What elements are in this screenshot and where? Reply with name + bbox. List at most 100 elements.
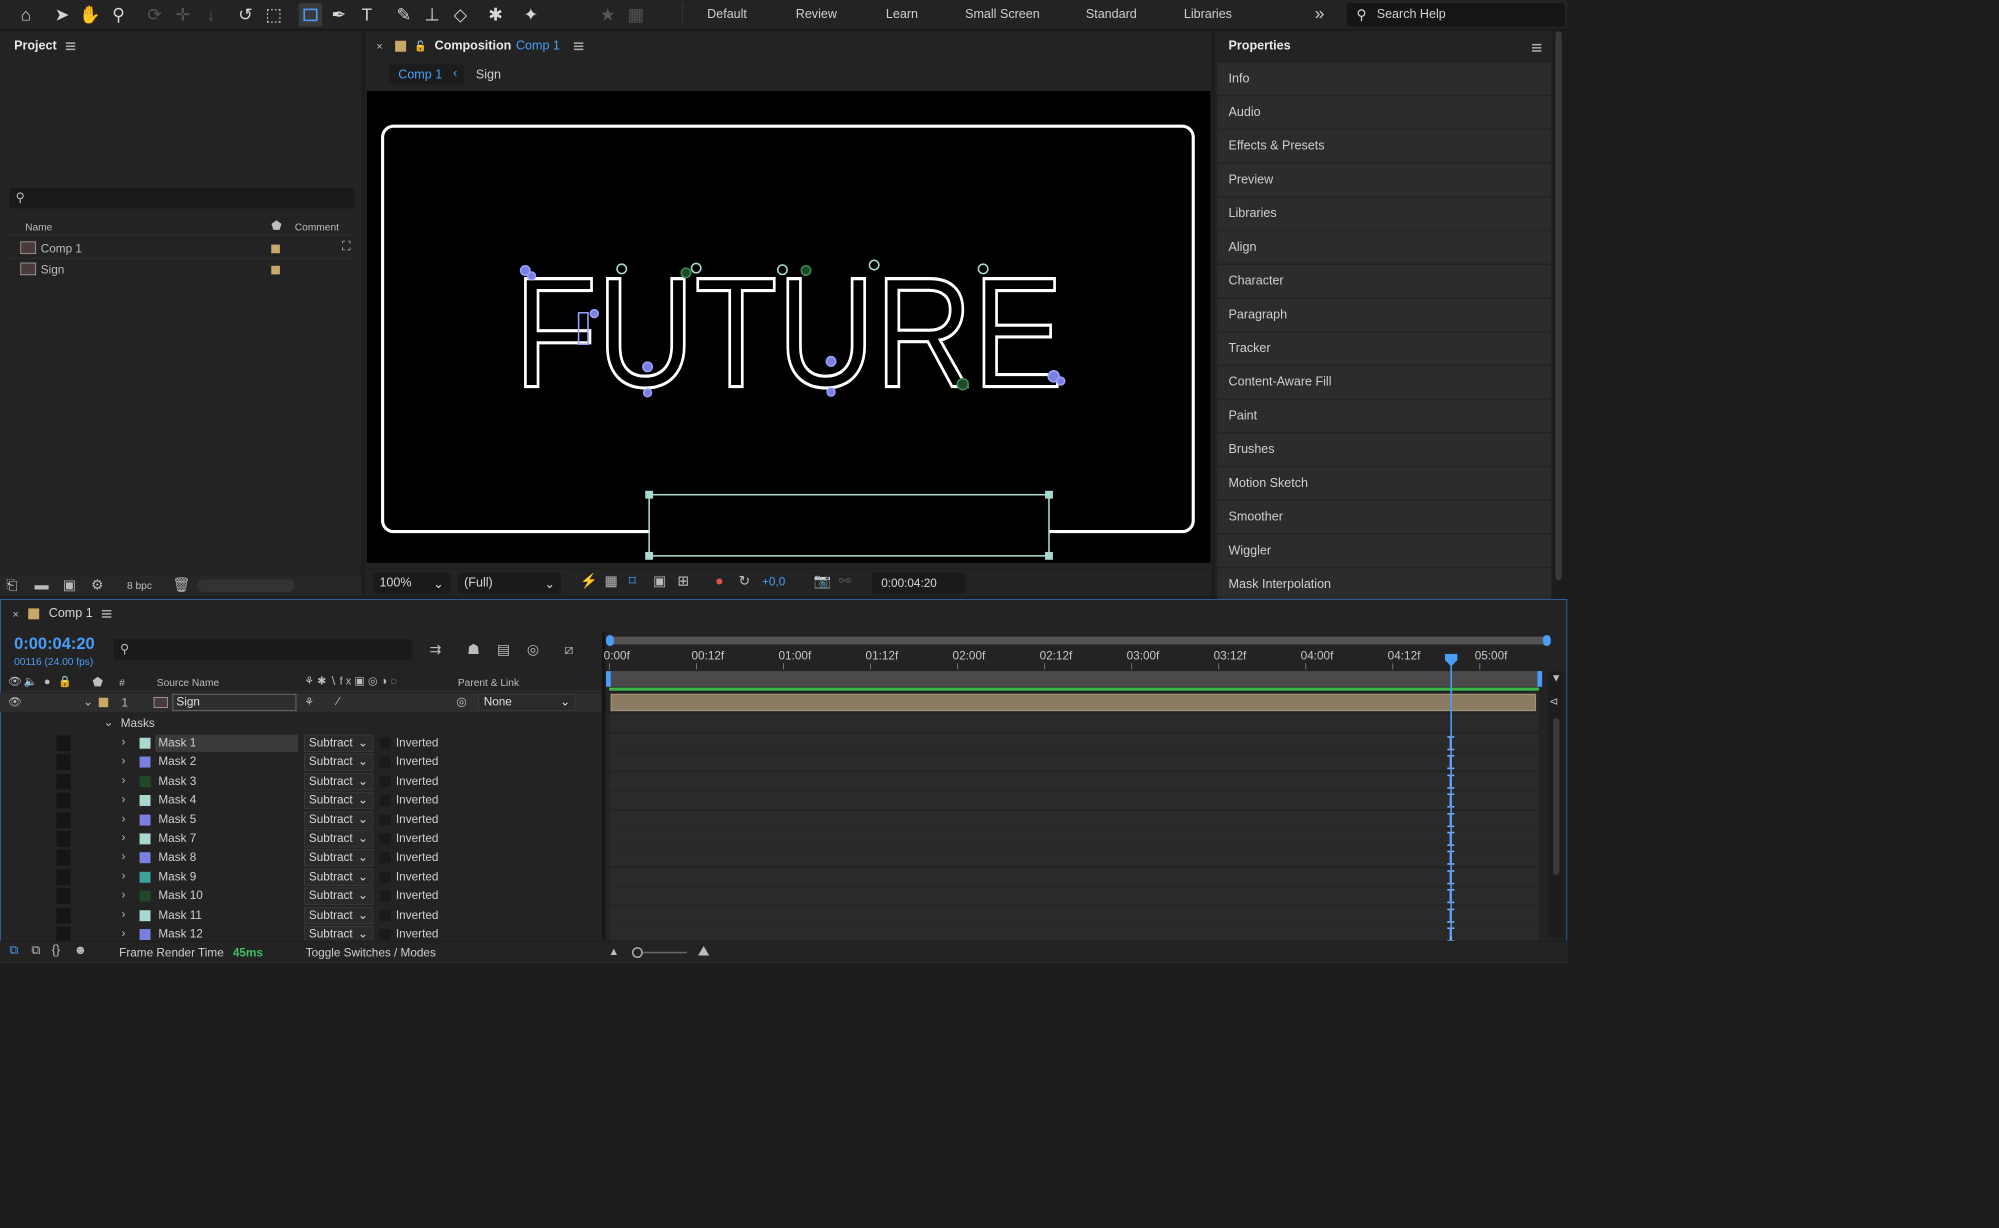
grid-guides-icon[interactable]: ⊞ (677, 573, 689, 589)
chevron-right-icon[interactable]: › (122, 734, 126, 751)
inverted-checkbox[interactable] (379, 929, 391, 941)
work-area-bar[interactable] (606, 671, 1543, 687)
solo-icon[interactable]: ● (44, 675, 51, 688)
project-item-comp1[interactable]: Comp 1 ⛶ (6, 238, 356, 259)
resolution-dropdown[interactable]: (Full) ⌄ (457, 573, 562, 594)
chevron-right-icon[interactable]: › (122, 868, 126, 885)
eye-icon[interactable]: 👁 (8, 675, 22, 688)
workspace-review[interactable]: Review (796, 8, 837, 22)
properties-item[interactable]: Wiggler (1217, 534, 1551, 567)
snapshot-icon[interactable]: 📷 (814, 573, 832, 589)
chevron-right-icon[interactable]: › (122, 925, 126, 942)
properties-item[interactable]: Preview (1217, 163, 1551, 196)
mask-name[interactable]: Mask 8 (155, 849, 298, 866)
eraser-tool-icon[interactable]: ◇ (448, 3, 472, 27)
properties-item[interactable]: Audio (1217, 96, 1551, 129)
inverted-checkbox[interactable] (379, 776, 391, 787)
masks-group-row[interactable]: ⌄ Masks (0, 713, 601, 732)
properties-item[interactable]: Character (1217, 264, 1551, 298)
inverted-checkbox[interactable] (379, 795, 391, 807)
mask-mode-dropdown[interactable]: Subtract ⌄ (304, 734, 374, 752)
brush-tool-icon[interactable]: ✎ (392, 3, 416, 27)
thumbnail-slider[interactable] (197, 579, 295, 592)
layer-name-field[interactable]: Sign (172, 693, 297, 712)
inverted-checkbox[interactable] (379, 737, 391, 749)
mask-color-swatch[interactable] (139, 795, 151, 807)
lock-icon[interactable]: 🔒 (58, 675, 72, 688)
mask-row[interactable]: › Mask 10 Subtract ⌄ Inverted (0, 887, 601, 906)
properties-item[interactable]: Align (1217, 231, 1551, 264)
new-folder-icon[interactable]: ▬ (34, 577, 48, 593)
lock-switch[interactable] (56, 907, 71, 924)
label-swatch[interactable] (271, 265, 280, 275)
chevron-right-icon[interactable]: › (122, 753, 126, 770)
project-item-sign[interactable]: Sign (6, 260, 355, 280)
chevron-right-icon[interactable]: › (122, 810, 126, 827)
parent-link-header[interactable]: Parent & Link (458, 677, 519, 689)
mask-color-swatch[interactable] (139, 852, 151, 864)
chevron-down-icon[interactable]: ⌄ (83, 695, 93, 708)
lock-switch[interactable] (56, 792, 71, 809)
workspace-libraries[interactable]: Libraries (1184, 8, 1232, 22)
current-time-indicator[interactable] (1450, 653, 1452, 937)
close-icon[interactable]: × (376, 40, 382, 53)
breadcrumb-comp1[interactable]: Comp 1 ‹ (388, 64, 465, 85)
workspace-learn[interactable]: Learn (886, 8, 918, 22)
hand-tool-icon[interactable]: ✋ (78, 3, 102, 27)
mask-color-swatch[interactable] (139, 929, 151, 941)
keyframe-nav-icon[interactable]: ⊲ (1549, 695, 1558, 708)
timeline-menu-icon[interactable] (102, 608, 112, 619)
mask-row[interactable]: › Mask 5 Subtract ⌄ Inverted (0, 810, 601, 829)
pick-whip-icon[interactable]: ◎ (456, 695, 466, 708)
mask-row[interactable]: › Mask 7 Subtract ⌄ Inverted (0, 829, 601, 848)
mask-name[interactable]: Mask 10 (155, 888, 298, 905)
chevron-right-icon[interactable]: › (122, 829, 126, 846)
properties-item[interactable]: Smoother (1217, 500, 1551, 534)
mask-mode-dropdown[interactable]: Subtract ⌄ (304, 791, 374, 810)
composition-viewer[interactable]: FUTURE (366, 90, 1211, 563)
mask-mode-dropdown[interactable]: Subtract ⌄ (304, 849, 374, 867)
render-icon[interactable]: ⧉ (9, 944, 18, 958)
mask-name[interactable]: Mask 4 (155, 792, 298, 809)
chevron-right-icon[interactable]: › (122, 906, 126, 923)
mask-row[interactable]: › Mask 3 Subtract ⌄ Inverted (0, 772, 601, 791)
properties-item[interactable]: Content-Aware Fill (1217, 366, 1551, 399)
work-area-end-icon[interactable]: ▼ (1551, 671, 1562, 684)
mask-color-swatch[interactable] (139, 776, 151, 787)
new-composition-icon[interactable]: ▣ (63, 577, 76, 593)
mask-name[interactable]: Mask 2 (155, 754, 298, 771)
properties-item[interactable]: Mask Interpolation (1217, 568, 1551, 601)
eye-icon[interactable]: 👁 (8, 695, 22, 708)
inverted-checkbox[interactable] (379, 852, 391, 864)
roto-brush-icon[interactable]: ✱ (484, 3, 508, 27)
mask-color-swatch[interactable] (139, 909, 151, 921)
lock-switch[interactable] (56, 850, 71, 866)
timeline-search-input[interactable]: ⚲ (113, 638, 412, 660)
lock-switch[interactable] (56, 811, 71, 828)
timeline-current-time[interactable]: 0:00:04:20 (14, 635, 95, 654)
chevron-right-icon[interactable]: › (122, 772, 126, 789)
inverted-checkbox[interactable] (379, 871, 391, 883)
layer-row[interactable]: 👁 ⌄ 1 Sign ⚘ ∕ ◎ None ⌄ (0, 693, 602, 712)
mask-color-swatch[interactable] (139, 814, 151, 826)
magnification-dropdown[interactable]: 100% ⌄ (373, 573, 451, 594)
layer-icon[interactable]: ⧉ (31, 944, 40, 958)
shy-switch-icon[interactable]: ⚘ (304, 695, 314, 708)
dolly-tool-icon[interactable]: ↓ (199, 3, 223, 27)
workspace-overflow-icon[interactable]: » (1315, 3, 1325, 23)
quality-switch-icon[interactable]: ∕ (337, 695, 339, 708)
zoom-tool-icon[interactable]: ⚲ (107, 3, 131, 27)
properties-item[interactable]: Libraries (1217, 197, 1551, 230)
properties-item[interactable]: Info (1217, 62, 1551, 95)
zoom-out-icon[interactable]: ▲ (608, 945, 619, 958)
show-snapshot-icon[interactable]: ⚯ (839, 573, 851, 589)
composition-mini-flowchart-icon[interactable]: ⇉ (430, 641, 442, 657)
chevron-right-icon[interactable]: › (122, 791, 126, 808)
current-time-field[interactable]: 0:00:04:20 (871, 573, 966, 594)
inverted-checkbox[interactable] (379, 756, 391, 768)
label-swatch[interactable] (98, 697, 109, 708)
comment-column-header[interactable]: Comment (295, 221, 339, 233)
snap-icon[interactable]: ▦ (624, 3, 648, 27)
timeline-zoom-slider[interactable] (631, 947, 687, 959)
layer-duration-bar[interactable] (610, 693, 1536, 712)
